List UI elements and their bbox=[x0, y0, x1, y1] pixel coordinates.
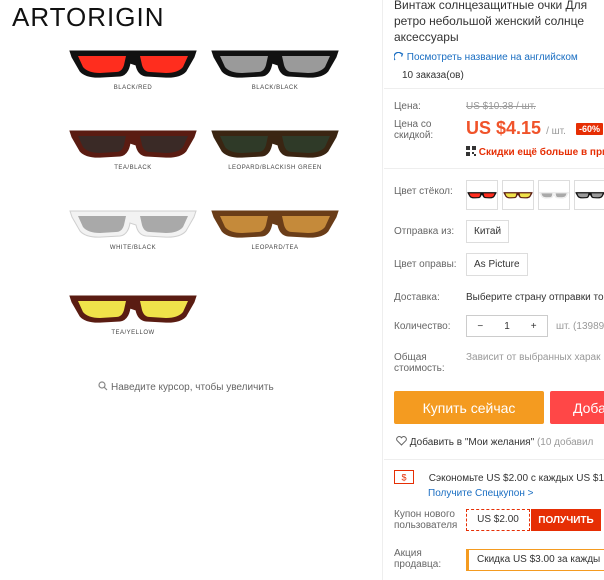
ship-from-option[interactable]: Китай bbox=[466, 220, 510, 243]
wishlist-count: (10 добавил bbox=[536, 437, 594, 448]
image-gallery: ARTORIGIN BLACK/RED BLACK/BLACK TEA/BLACK L… bbox=[0, 0, 380, 580]
svg-text:$: $ bbox=[401, 473, 406, 483]
divider bbox=[384, 459, 604, 460]
variant-image[interactable]: LEOPARD/BLACKISH GREEN bbox=[210, 125, 340, 195]
add-to-cart-button[interactable]: Доба bbox=[550, 391, 604, 424]
sunglasses-image bbox=[211, 50, 339, 78]
variant-image[interactable]: LEOPARD/TEA bbox=[210, 205, 340, 275]
new-user-coupon-label: Купон нового пользователя bbox=[394, 509, 458, 531]
lens-color-swatch[interactable] bbox=[502, 180, 534, 210]
frame-color-option[interactable]: As Picture bbox=[466, 253, 528, 276]
product-title: Винтаж солнцезащитные очки Для ретро неб… bbox=[394, 0, 604, 45]
delivery-value[interactable]: Выберите страну отправки то bbox=[466, 292, 604, 303]
coupon-icon: $ bbox=[394, 470, 414, 484]
frame-color-label: Цвет оправы: bbox=[394, 259, 457, 270]
variant-image[interactable]: TEA/YELLOW bbox=[68, 290, 198, 360]
delivery-label: Доставка: bbox=[394, 292, 440, 303]
product-info: Винтаж солнцезащитные очки Для ретро неб… bbox=[384, 0, 604, 580]
total-value: Зависит от выбранных харак bbox=[466, 352, 601, 363]
sunglasses-thumbnail bbox=[575, 192, 604, 199]
variant-image[interactable]: TEA/BLACK bbox=[68, 125, 198, 195]
get-coupon-button[interactable]: ПОЛУЧИТЬ bbox=[531, 509, 601, 531]
special-coupon-link[interactable]: Получите Спецкупон > bbox=[428, 488, 534, 499]
app-discount-text: Скидки ещё больше в при bbox=[478, 147, 604, 158]
sunglasses-image bbox=[69, 295, 197, 323]
variant-caption: WHITE/BLACK bbox=[109, 245, 157, 251]
price-label: Цена: bbox=[394, 101, 421, 112]
variant-caption: TEA/YELLOW bbox=[111, 330, 155, 336]
sunglasses-thumbnail bbox=[467, 192, 497, 199]
sunglasses-image bbox=[211, 210, 339, 238]
divider bbox=[384, 88, 604, 89]
variant-caption: LEOPARD/TEA bbox=[251, 245, 299, 251]
lens-color-label: Цвет стёкол: bbox=[394, 186, 453, 197]
search-icon bbox=[98, 381, 108, 394]
product-title-line: Винтаж солнцезащитные очки Для bbox=[394, 0, 588, 12]
quantity-stepper[interactable]: − 1 + bbox=[466, 315, 548, 337]
quantity-decrease-button[interactable]: − bbox=[467, 321, 494, 332]
translate-link[interactable]: Посмотреть название на английском bbox=[393, 52, 578, 63]
variant-caption: LEOPARD/BLACKISH GREEN bbox=[228, 165, 322, 171]
coupon-offer-text: Сэкономьте US $2.00 с каждых US $1 bbox=[428, 473, 604, 484]
sunglasses-thumbnail bbox=[503, 192, 533, 199]
quantity-input[interactable]: 1 bbox=[494, 321, 521, 332]
app-discount-link[interactable]: Скидки ещё больше в при bbox=[466, 146, 604, 158]
heart-icon bbox=[396, 436, 407, 448]
orders-count: 10 заказа(ов) bbox=[402, 70, 464, 81]
variant-caption: TEA/BLACK bbox=[114, 165, 152, 171]
panel-divider bbox=[382, 0, 383, 580]
total-label: Общая стоимость: bbox=[394, 352, 445, 374]
discount-price-label: Цена со скидкой: bbox=[394, 119, 434, 141]
lens-color-swatch[interactable] bbox=[574, 180, 604, 210]
stock-count: шт. (13989 bbox=[556, 321, 604, 332]
discount-badge: -60% bbox=[576, 123, 604, 135]
variant-image[interactable]: BLACK/RED bbox=[68, 45, 198, 115]
sunglasses-image bbox=[69, 50, 197, 78]
seller-promo-label: Акция продавца: bbox=[394, 548, 442, 570]
new-user-coupon-value: US $2.00 bbox=[466, 509, 530, 531]
variant-image[interactable]: BLACK/BLACK bbox=[210, 45, 340, 115]
sunglasses-image bbox=[69, 210, 197, 238]
quantity-label: Количество: bbox=[394, 321, 451, 332]
divider bbox=[384, 168, 604, 169]
zoom-hint-text: Наведите курсор, чтобы увеличить bbox=[111, 382, 274, 394]
variant-caption: BLACK/BLACK bbox=[251, 85, 299, 91]
product-title-line: аксессуары bbox=[394, 30, 459, 44]
add-to-wishlist-link[interactable]: Добавить в "Мои желания" (10 добавил bbox=[396, 436, 593, 448]
zoom-hint: Наведите курсор, чтобы увеличить bbox=[98, 381, 274, 394]
wishlist-text: Добавить в "Мои желания" bbox=[409, 437, 535, 448]
price-unit: / шт. bbox=[546, 126, 566, 137]
variant-caption: BLACK/RED bbox=[113, 85, 153, 91]
translate-icon bbox=[393, 52, 407, 63]
lens-color-swatch[interactable] bbox=[538, 180, 570, 210]
sunglasses-thumbnail bbox=[539, 192, 569, 199]
current-price-value: US $4.15 bbox=[466, 118, 542, 138]
sunglasses-image bbox=[211, 130, 339, 158]
sunglasses-image bbox=[69, 130, 197, 158]
lens-color-swatch[interactable] bbox=[466, 180, 498, 210]
product-title-line: ретро небольшой женский солнце bbox=[394, 14, 585, 28]
quantity-increase-button[interactable]: + bbox=[520, 321, 547, 332]
ship-from-label: Отправка из: bbox=[394, 226, 455, 237]
brand-logo: ARTORIGIN bbox=[12, 2, 165, 32]
variant-image[interactable]: WHITE/BLACK bbox=[68, 205, 198, 275]
coupon-offer: $ Сэкономьте US $2.00 с каждых US $1 bbox=[394, 470, 604, 484]
translate-link-text: Посмотреть название на английском bbox=[406, 52, 578, 63]
buy-now-button[interactable]: Купить сейчас bbox=[394, 391, 544, 424]
qr-code-icon bbox=[466, 146, 476, 158]
current-price: US $4.15 / шт. bbox=[466, 118, 566, 139]
old-price: US $10.38 / шт. bbox=[466, 101, 536, 112]
seller-promo-value: Скидка US $3.00 за кажды bbox=[466, 549, 604, 571]
